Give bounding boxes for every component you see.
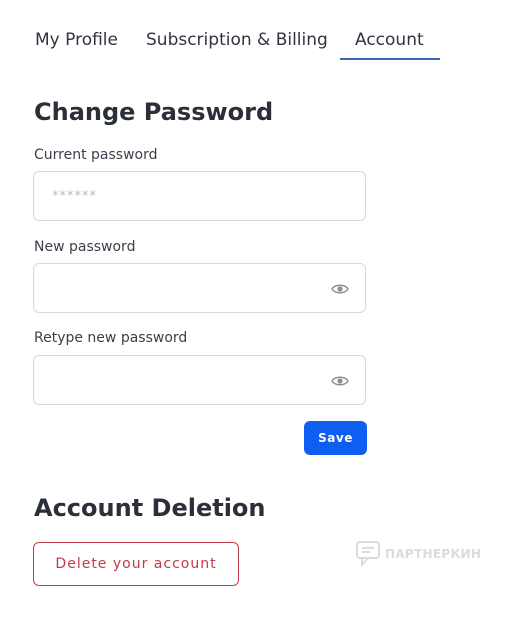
current-password-field <box>33 171 366 221</box>
settings-tabs: My Profile Subscription & Billing Accoun… <box>0 0 529 62</box>
save-button[interactable]: Save <box>304 421 367 455</box>
new-password-input[interactable] <box>34 264 324 312</box>
chat-bubble-logo-icon <box>356 541 380 568</box>
current-password-input[interactable] <box>34 172 324 220</box>
tab-subscription-billing[interactable]: Subscription & Billing <box>146 28 328 52</box>
account-deletion-heading: Account Deletion <box>34 494 266 522</box>
retype-password-field <box>33 355 366 405</box>
tab-my-profile[interactable]: My Profile <box>35 28 118 52</box>
current-password-label: Current password <box>34 147 158 163</box>
watermark: ПАРТНЕРКИН <box>356 541 482 568</box>
retype-password-input[interactable] <box>34 356 324 404</box>
eye-icon[interactable] <box>331 281 349 295</box>
retype-password-label: Retype new password <box>34 330 188 346</box>
watermark-text: ПАРТНЕРКИН <box>385 547 482 561</box>
tab-account[interactable]: Account <box>355 28 424 52</box>
active-tab-indicator <box>340 58 440 60</box>
change-password-heading: Change Password <box>34 98 274 126</box>
new-password-label: New password <box>34 239 136 255</box>
new-password-field <box>33 263 366 313</box>
delete-account-button[interactable]: Delete your account <box>33 542 239 586</box>
eye-icon[interactable] <box>331 373 349 387</box>
